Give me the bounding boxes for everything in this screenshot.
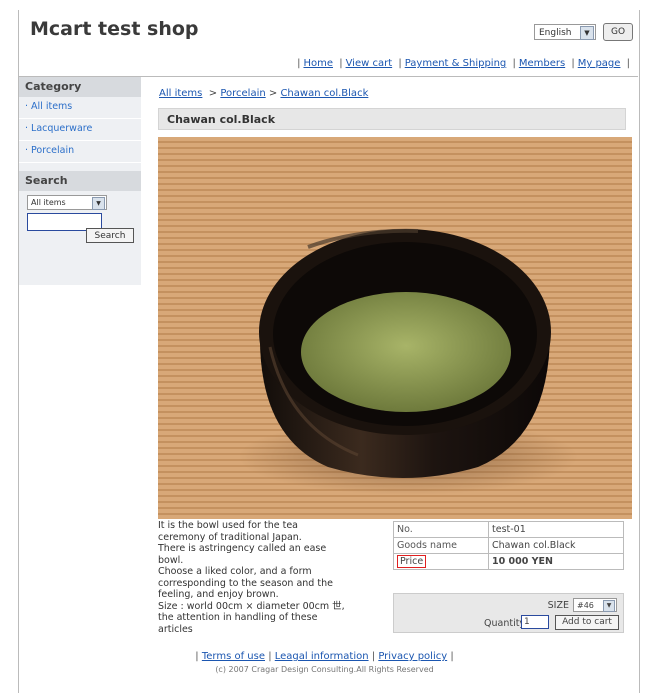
no-value: test-01 xyxy=(488,521,624,538)
product-description: It is the bowl used for the tea ceremony… xyxy=(158,520,345,635)
footer-terms-link[interactable]: Terms of use xyxy=(202,651,265,662)
search-button[interactable]: Search xyxy=(86,228,134,243)
search-scope-value: All items xyxy=(31,198,66,207)
footer-links: | Terms of use | Leagal information | Pr… xyxy=(195,651,454,662)
product-info-table: No. test-01 Goods name Chawan col.Black … xyxy=(393,521,624,570)
copyright: (c) 2007 Cragar Design Consulting.All Ri… xyxy=(215,665,434,674)
search-scope-select[interactable]: All items ▼ xyxy=(27,195,107,210)
nav-payment-shipping[interactable]: Payment & Shipping xyxy=(405,58,507,69)
nav-my-page[interactable]: My page xyxy=(578,58,621,69)
sidebar: Category · All items · Lacquerware · Por… xyxy=(19,77,141,285)
breadcrumb-all-items[interactable]: All items xyxy=(159,88,202,99)
table-row: Price 10 000 YEN xyxy=(393,553,624,570)
goods-name-value: Chawan col.Black xyxy=(488,537,624,554)
size-select[interactable]: #46 ▼ xyxy=(573,598,617,612)
chevron-down-icon: ▼ xyxy=(92,197,105,210)
footer-privacy-link[interactable]: Privacy policy xyxy=(378,651,447,662)
sidebar-item-all-items[interactable]: · All items xyxy=(19,97,141,119)
nav-view-cart[interactable]: View cart xyxy=(346,58,393,69)
product-title: Chawan col.Black xyxy=(158,108,626,130)
size-value: #46 xyxy=(577,601,594,610)
category-heading: Category xyxy=(19,77,141,97)
table-row: Goods name Chawan col.Black xyxy=(393,537,624,554)
nav-members[interactable]: Members xyxy=(519,58,565,69)
sidebar-item-porcelain[interactable]: · Porcelain xyxy=(19,141,141,163)
product-photo xyxy=(158,137,632,519)
go-button[interactable]: GO xyxy=(603,23,633,41)
search-heading: Search xyxy=(19,171,141,191)
chevron-down-icon: ▼ xyxy=(603,600,615,612)
breadcrumb-porcelain[interactable]: Porcelain xyxy=(220,88,265,99)
no-label: No. xyxy=(393,521,489,538)
breadcrumb: All items > Porcelain > Chawan col.Black xyxy=(159,88,369,99)
price-value: 10 000 YEN xyxy=(488,553,624,570)
sidebar-item-lacquerware[interactable]: · Lacquerware xyxy=(19,119,141,141)
size-label: SIZE xyxy=(547,600,569,611)
table-row: No. test-01 xyxy=(393,521,624,538)
language-value: English xyxy=(539,28,572,38)
price-label: Price xyxy=(397,555,427,568)
breadcrumb-current[interactable]: Chawan col.Black xyxy=(280,88,368,99)
chevron-down-icon: ▼ xyxy=(580,26,594,40)
add-to-cart-button[interactable]: Add to cart xyxy=(555,615,619,630)
goods-name-label: Goods name xyxy=(393,537,489,554)
top-nav: | Home | View cart | Payment & Shipping | Me… xyxy=(297,58,630,69)
language-select[interactable]: English ▼ xyxy=(534,24,596,40)
quantity-input[interactable]: 1 xyxy=(521,615,549,629)
nav-home[interactable]: Home xyxy=(303,58,333,69)
footer-legal-link[interactable]: Leagal information xyxy=(275,651,369,662)
cart-box: SIZE #46 ▼ Quantity: 1 Add to cart xyxy=(393,593,624,633)
shop-title[interactable]: Mcart test shop xyxy=(30,18,199,40)
page: Mcart test shop English ▼ GO | Home | View… xyxy=(0,0,649,693)
